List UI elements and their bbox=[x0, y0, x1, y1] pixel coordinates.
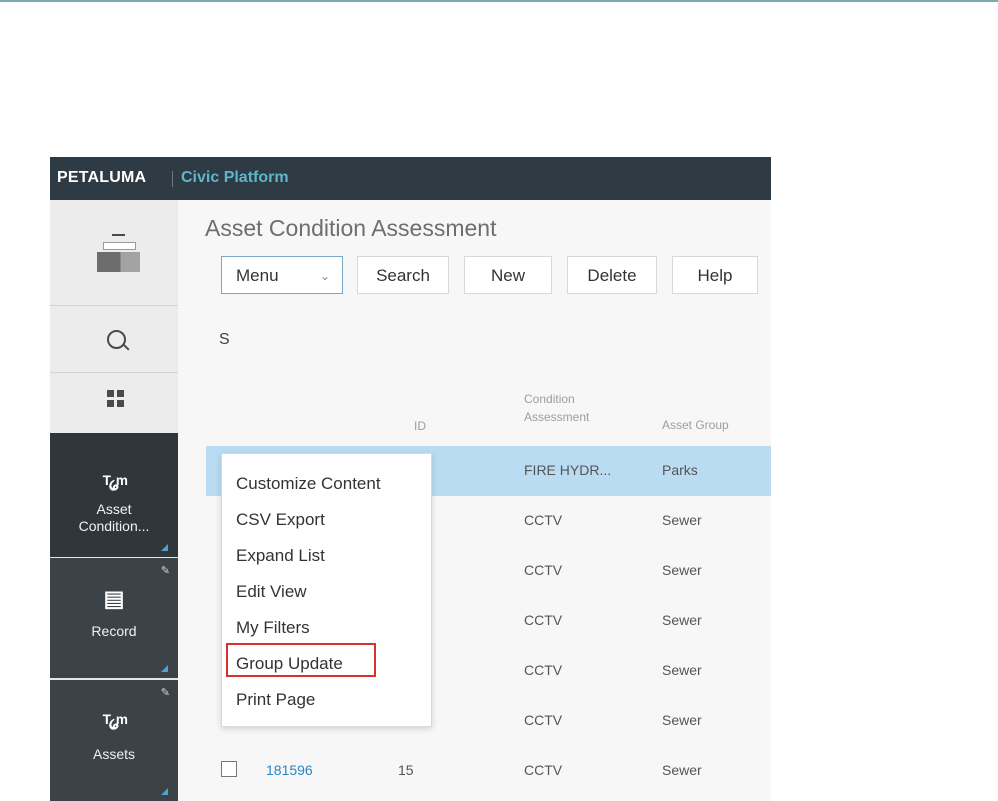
condition-cell: CCTV bbox=[524, 612, 563, 628]
column-header-label: Condition bbox=[524, 392, 575, 406]
sidebar-item-label: Condition... bbox=[78, 518, 150, 534]
sidebar-item-record[interactable]: ✎ ▤ Record bbox=[50, 558, 178, 678]
partial-label: S bbox=[219, 331, 230, 348]
condition-cell: CCTV bbox=[524, 562, 563, 578]
condition-cell: CCTV bbox=[524, 712, 563, 728]
sidebar-item-assets[interactable]: ✎ ᵀ᥀ᵐ Assets bbox=[50, 680, 178, 801]
pin-icon[interactable]: ✎ bbox=[161, 564, 170, 577]
civic-platform-window: PETALUMA Civic Platform ᵀ᥀ᵐ Asset Condit… bbox=[50, 157, 771, 801]
number-cell: 15 bbox=[398, 762, 414, 778]
new-button[interactable]: New bbox=[464, 256, 552, 294]
asset-group-cell: Sewer bbox=[662, 612, 702, 628]
top-bar: PETALUMA Civic Platform bbox=[50, 157, 771, 200]
sidebar-item-asset-condition[interactable]: ᵀ᥀ᵐ Asset Condition... bbox=[50, 433, 178, 557]
table-row[interactable]: 181596 15 CCTV Sewer bbox=[206, 746, 771, 796]
sidebar-search-button[interactable] bbox=[50, 306, 178, 373]
delete-button[interactable]: Delete bbox=[567, 256, 657, 294]
menu-item-edit-view[interactable]: Edit View bbox=[236, 581, 307, 603]
asset-icon: ᵀ᥀ᵐ bbox=[102, 473, 127, 495]
menu-item-print-page[interactable]: Print Page bbox=[236, 689, 315, 711]
grid-icon bbox=[107, 390, 124, 407]
record-id-link[interactable]: 181596 bbox=[266, 762, 313, 778]
brand-name[interactable]: PETALUMA bbox=[57, 169, 146, 187]
condition-cell: CCTV bbox=[524, 512, 563, 528]
history-panel-button[interactable] bbox=[50, 200, 178, 306]
pin-icon[interactable]: ✎ bbox=[161, 686, 170, 699]
chevron-down-icon: ⌄ bbox=[319, 269, 330, 283]
menu-item-csv-export[interactable]: CSV Export bbox=[236, 509, 325, 531]
toolbar: Menu ⌄ Search New Delete Help bbox=[221, 256, 771, 296]
menu-item-expand-list[interactable]: Expand List bbox=[236, 545, 325, 567]
asset-group-cell: Sewer bbox=[662, 662, 702, 678]
column-header-asset-group[interactable]: Asset Group bbox=[662, 416, 729, 434]
brand-separator bbox=[172, 171, 173, 187]
menu-item-customize-content[interactable]: Customize Content bbox=[236, 473, 381, 495]
condition-cell: FIRE HYDR... bbox=[524, 462, 612, 478]
sidebar-item-label: Record bbox=[91, 623, 137, 639]
menu-dropdown: Customize Content CSV Export Expand List… bbox=[221, 453, 432, 727]
menu-button[interactable]: Menu ⌄ bbox=[221, 256, 343, 294]
condition-cell: CCTV bbox=[524, 762, 563, 778]
corner-indicator bbox=[161, 544, 168, 551]
condition-cell: CCTV bbox=[524, 662, 563, 678]
column-header-label: Assessment bbox=[524, 410, 590, 424]
platform-name[interactable]: Civic Platform bbox=[181, 169, 289, 187]
asset-group-cell: Sewer bbox=[662, 712, 702, 728]
record-icon: ▤ bbox=[103, 586, 125, 611]
sidebar: ᵀ᥀ᵐ Asset Condition... ✎ ▤ Record ✎ ᵀ᥀ᵐ … bbox=[50, 200, 178, 801]
assets-icon: ᵀ᥀ᵐ bbox=[102, 712, 127, 734]
top-divider bbox=[0, 0, 998, 2]
asset-group-cell: Sewer bbox=[662, 762, 702, 778]
menu-button-label: Menu bbox=[236, 266, 279, 285]
group-update-highlight bbox=[226, 643, 376, 677]
corner-indicator bbox=[161, 788, 168, 795]
app-grid-button[interactable] bbox=[50, 373, 178, 433]
search-button[interactable]: Search bbox=[357, 256, 449, 294]
row-checkbox[interactable] bbox=[221, 761, 237, 777]
asset-group-cell: Sewer bbox=[662, 512, 702, 528]
column-header-id[interactable]: ID bbox=[414, 417, 426, 435]
page-title: Asset Condition Assessment bbox=[205, 215, 497, 241]
column-header-condition[interactable]: Condition Assessment bbox=[524, 390, 589, 426]
menu-item-my-filters[interactable]: My Filters bbox=[236, 617, 310, 639]
asset-group-cell: Parks bbox=[662, 462, 698, 478]
search-icon bbox=[107, 330, 126, 349]
sidebar-item-label: Asset bbox=[96, 501, 132, 517]
asset-group-cell: Sewer bbox=[662, 562, 702, 578]
sidebar-item-label: Assets bbox=[92, 746, 135, 762]
help-button[interactable]: Help bbox=[672, 256, 758, 294]
history-icon bbox=[97, 234, 140, 274]
corner-indicator bbox=[161, 665, 168, 672]
